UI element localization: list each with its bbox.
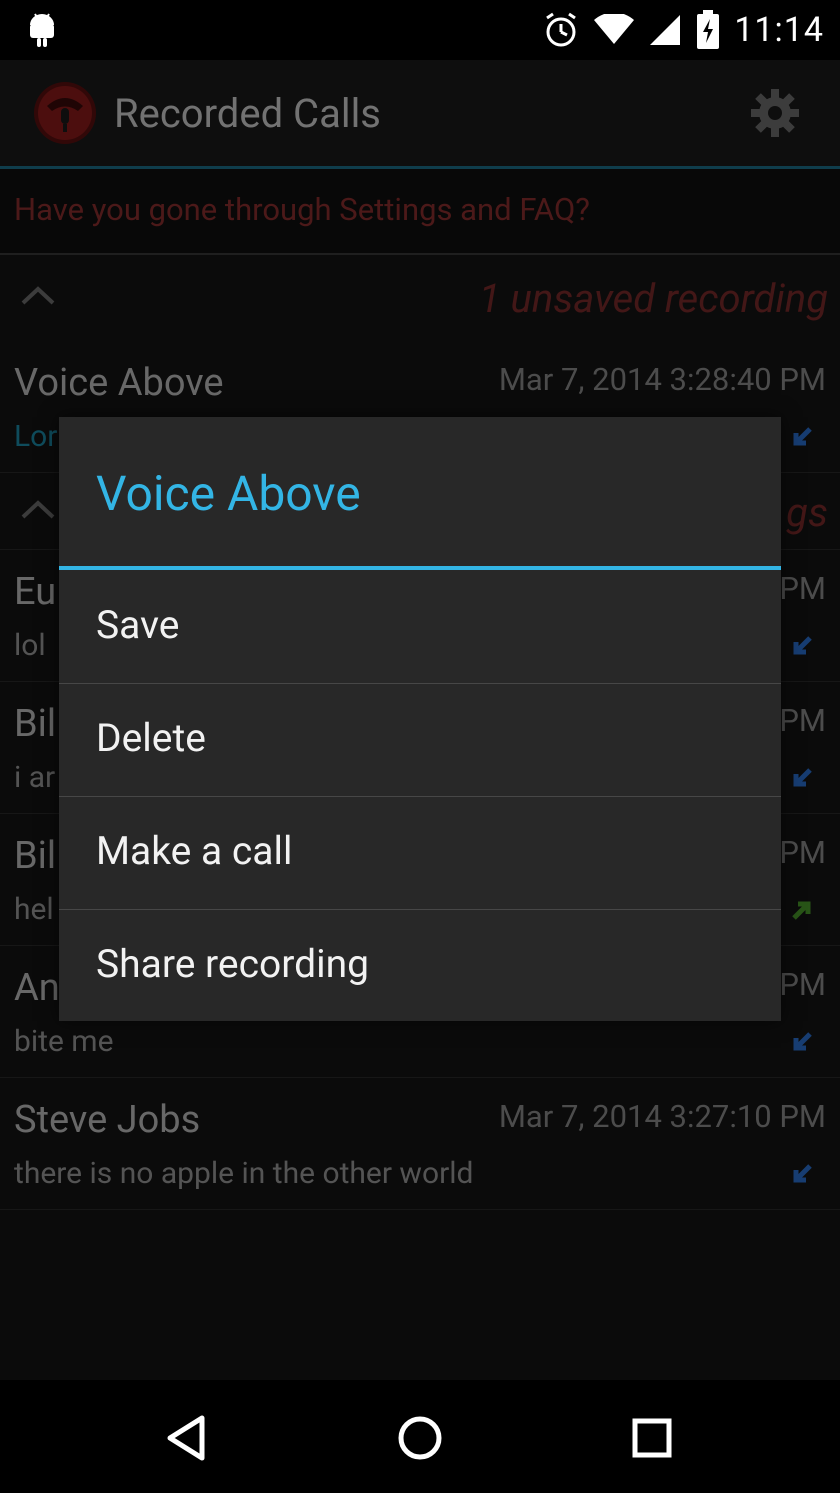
android-icon (30, 13, 54, 47)
back-icon[interactable] (158, 1410, 218, 1466)
wifi-icon (594, 14, 635, 44)
menu-item-save[interactable]: Save (59, 570, 781, 684)
battery-charging-icon (697, 10, 720, 49)
home-icon[interactable] (390, 1410, 450, 1466)
navigation-bar (0, 1380, 840, 1493)
menu-item-make-call[interactable]: Make a call (59, 796, 781, 910)
status-time: 11:14 (734, 10, 824, 50)
signal-icon (650, 15, 681, 45)
context-menu-dialog: Voice Above Save Delete Make a call Shar… (59, 417, 781, 1021)
alarm-icon (546, 12, 577, 47)
menu-item-label: Delete (96, 715, 206, 761)
menu-item-label: Share recording (96, 941, 370, 987)
menu-item-label: Save (96, 602, 180, 648)
menu-item-share-recording[interactable]: Share recording (59, 909, 781, 1022)
dialog-title: Voice Above (96, 465, 361, 522)
status-icons: 11:14 (542, 8, 824, 52)
menu-item-label: Make a call (96, 828, 293, 874)
status-bar: 11:14 (0, 0, 840, 60)
recents-icon[interactable] (622, 1410, 682, 1466)
menu-item-delete[interactable]: Delete (59, 683, 781, 797)
